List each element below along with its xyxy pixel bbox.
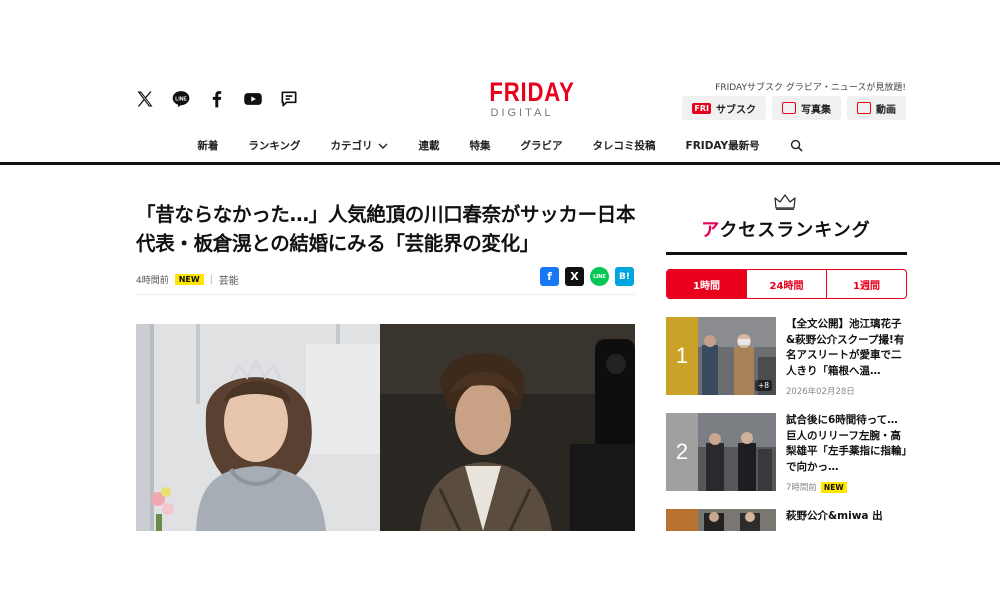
subscribe-label: サブスク <box>716 104 756 116</box>
hatena-share-label: B! <box>619 271 630 282</box>
ranking-divider <box>666 252 907 255</box>
ranking-thumb-2 <box>698 413 776 491</box>
nav-serial[interactable]: 連載 <box>404 138 455 153</box>
crown-icon <box>774 194 796 210</box>
photo-man-illustration <box>380 324 635 531</box>
photo-woman-illustration <box>136 324 380 531</box>
rank-number-2: 2 <box>666 413 698 491</box>
facebook-icon[interactable] <box>206 88 228 110</box>
ranking-title-accent: ア <box>701 220 720 241</box>
nav-feature-label: 特集 <box>469 140 491 152</box>
nav-feature[interactable]: 特集 <box>455 138 506 153</box>
tab-1-hour[interactable]: 1時間 <box>667 270 746 298</box>
video-button[interactable]: 動画 <box>847 96 906 120</box>
meta-separator: | <box>209 274 213 285</box>
ranking-text-3: 萩野公介&miwa 出 <box>786 510 883 522</box>
hatena-share-icon[interactable]: B! <box>615 267 634 286</box>
article-photo-man[interactable] <box>380 324 635 531</box>
article-divider <box>136 294 636 295</box>
nav-ranking[interactable]: ランキング <box>233 138 315 153</box>
social-links: LINE <box>134 88 300 110</box>
nav-tip-label: タレコミ投稿 <box>592 140 656 152</box>
ranking-text-1: 【全文公開】池江璃花子&萩野公介スクープ撮!有名アスリートが愛車で二人きり「箱根… <box>786 318 905 377</box>
nav-latest-issue[interactable]: FRIDAY最新号 <box>671 138 775 153</box>
facebook-share-icon[interactable]: f <box>540 267 559 286</box>
header-buttons: FRI サブスク 写真集 動画 <box>682 96 906 120</box>
nav-category-label: カテゴリ <box>330 140 373 152</box>
line-share-label: LINE <box>593 273 606 280</box>
x-share-icon[interactable]: X <box>565 267 584 286</box>
thumb-2-illustration <box>698 413 776 491</box>
nav-category[interactable]: カテゴリ <box>316 138 404 153</box>
x-icon[interactable] <box>134 88 156 110</box>
viewport-bottom-area <box>0 531 1000 600</box>
ranking-new-badge: NEW <box>820 481 847 493</box>
nav-latest-label: FRIDAY最新号 <box>685 140 760 152</box>
share-buttons: f X LINE B! <box>540 267 634 286</box>
ranking-thumb-1: +8 <box>698 317 776 395</box>
search-button[interactable] <box>775 138 818 153</box>
nav-new-label: 新着 <box>197 140 219 152</box>
nav-serial-label: 連載 <box>418 140 440 152</box>
article-meta: 4時間前 NEW | 芸能 <box>136 272 239 287</box>
ranking-tabs: 1時間 24時間 1週間 <box>666 269 907 299</box>
subscribe-button[interactable]: FRI サブスク <box>682 96 766 120</box>
video-icon <box>857 102 871 114</box>
article-photo-woman[interactable] <box>136 324 380 531</box>
ranking-date-2-text: 7時間前 <box>786 483 817 493</box>
nav-tip-submit[interactable]: タレコミ投稿 <box>578 138 671 153</box>
camera-icon <box>782 102 796 114</box>
ranking-title-rest: クセスランキング <box>719 220 871 241</box>
facebook-share-label: f <box>547 270 552 283</box>
ranking-item-2[interactable]: 2 試合後に6時間待って… 巨人のリリーフ左腕・高梨雄平「左手薬指に指輪」で向か… <box>666 413 907 493</box>
promo-text: FRIDAYサブスク グラビア・ニュースが見放題! <box>715 83 906 93</box>
new-badge: NEW <box>174 274 204 285</box>
line-share-icon[interactable]: LINE <box>590 267 609 286</box>
nav-ranking-label: ランキング <box>248 140 301 152</box>
tab-24-hours[interactable]: 24時間 <box>746 270 826 298</box>
search-icon <box>790 139 803 152</box>
photobook-button[interactable]: 写真集 <box>772 96 841 120</box>
article-category[interactable]: 芸能 <box>219 272 239 287</box>
fri-badge: FRI <box>692 102 711 114</box>
ranking-text-2: 試合後に6時間待って… 巨人のリリーフ左腕・高梨雄平「左手薬指に指輪」で向かっ… <box>786 414 907 473</box>
nav-new[interactable]: 新着 <box>182 138 233 153</box>
ranking-date-1-text: 2026年02月28日 <box>786 387 855 397</box>
main-nav: 新着 ランキング カテゴリ 連載 特集 グラビア タレコミ投稿 FRIDAY最新… <box>0 138 1000 153</box>
gallery-count: +8 <box>754 380 772 391</box>
ranking-title: アクセスランキング <box>666 216 906 242</box>
ranking-item-1[interactable]: 1 +8 【全文公開】池江璃花子&萩野公介スクープ撮!有名アスリートが愛車で二人… <box>666 317 907 397</box>
youtube-icon[interactable] <box>242 88 264 110</box>
video-label: 動画 <box>876 104 896 116</box>
logo-sub: DIGITAL <box>490 107 554 119</box>
article-time: 4時間前 <box>136 276 169 286</box>
logo-main: FRIDAY <box>489 77 575 107</box>
tab-1-week[interactable]: 1週間 <box>826 270 906 298</box>
nav-gravure[interactable]: グラビア <box>506 138 578 153</box>
line-icon-text: LINE <box>175 96 187 102</box>
rank-number-1: 1 <box>666 317 698 395</box>
site-logo[interactable]: FRIDAY DIGITAL <box>480 78 573 120</box>
photobook-label: 写真集 <box>801 104 831 116</box>
nav-divider <box>0 162 1000 165</box>
chevron-down-icon <box>378 143 388 149</box>
ranking-date-1: 2026年02月28日 <box>786 385 855 397</box>
x-share-label: X <box>570 270 579 283</box>
note-icon[interactable] <box>278 88 300 110</box>
ranking-date-2: 7時間前 NEW <box>786 481 847 493</box>
line-icon[interactable]: LINE <box>170 88 192 110</box>
nav-gravure-label: グラビア <box>520 140 563 152</box>
article-title: 「昔ならなかった…」人気絶頂の川口春奈がサッカー日本代表・板倉滉との結婚にみる「… <box>136 203 636 255</box>
